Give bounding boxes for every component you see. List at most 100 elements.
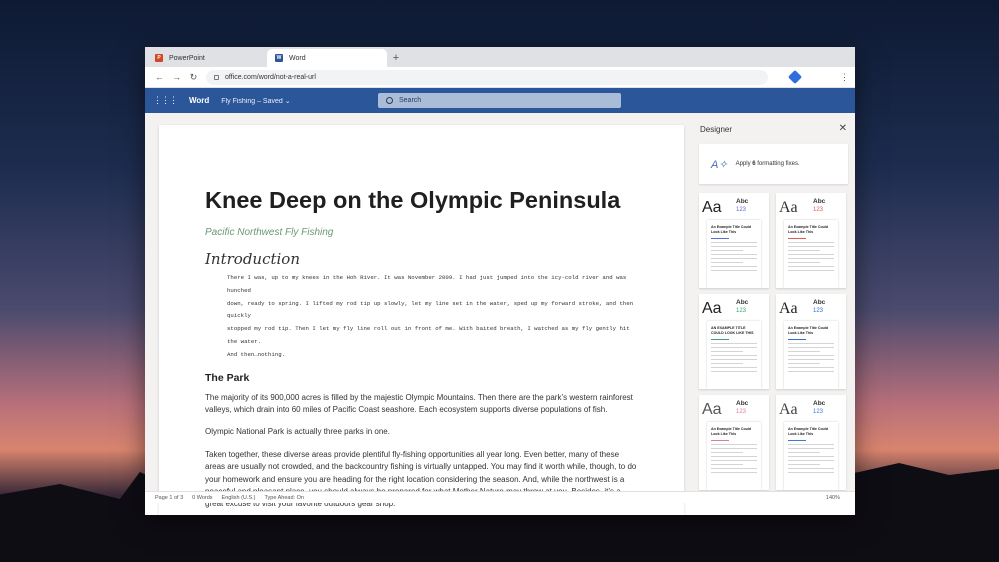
reload-icon[interactable]: ↻ bbox=[185, 72, 202, 83]
document-title: Knee Deep on the Olympic Peninsula bbox=[205, 187, 621, 213]
design-idea-card[interactable]: Aa Abc 123 An Example Title Could Look Like… bbox=[776, 294, 846, 389]
preview-text-line bbox=[711, 254, 757, 255]
word-count[interactable]: 0 Words bbox=[192, 495, 212, 501]
design-idea-card[interactable]: Aa Abc 123 An Example Title Could Look Like… bbox=[699, 193, 769, 288]
status-bar: Page 1 of 3 0 Words English (U.S.) Type … bbox=[145, 491, 855, 503]
preview-text-line bbox=[788, 254, 834, 255]
tab-label: PowerPoint bbox=[169, 54, 205, 62]
document-name[interactable]: Fly Fishing – Saved ⌄ bbox=[221, 97, 290, 105]
preview-text-line bbox=[711, 371, 757, 372]
url-text: office.com/word/not-a-real-url bbox=[225, 73, 316, 81]
intro-heading: Introduction bbox=[205, 250, 300, 268]
font-sample: Abc bbox=[736, 198, 749, 205]
forward-icon[interactable]: → bbox=[168, 72, 185, 82]
font-preview: Aa bbox=[702, 300, 722, 317]
design-preview-sheet: An Example Title Could Look Like This bbox=[784, 321, 838, 389]
search-placeholder: Search bbox=[399, 97, 422, 104]
back-icon[interactable]: ← bbox=[151, 72, 168, 82]
intro-paragraph: There I was, up to my knees in the Hoh R… bbox=[227, 272, 638, 362]
design-preview-sheet: An Example Title Could Look Like This bbox=[707, 220, 761, 288]
tab-powerpoint[interactable]: P PowerPoint bbox=[147, 49, 267, 67]
preview-text-line bbox=[788, 456, 834, 457]
language[interactable]: English (U.S.) bbox=[222, 495, 256, 501]
preview-text-line bbox=[711, 359, 757, 360]
search-icon bbox=[386, 97, 393, 104]
font-sample: Abc bbox=[813, 400, 826, 407]
design-preview-sheet: An Example Title Could Look Like This bbox=[784, 220, 838, 288]
app-name[interactable]: Word bbox=[189, 96, 209, 105]
preview-text-line bbox=[711, 468, 757, 469]
formatting-fixes-card[interactable]: A✧ Apply 6 formatting fixes. bbox=[699, 144, 848, 184]
app-launcher-icon[interactable]: ⋮⋮⋮ bbox=[153, 95, 178, 106]
design-idea-card[interactable]: Aa Abc 123 An Example Title Could Look Like… bbox=[699, 395, 769, 490]
preview-text-line bbox=[711, 250, 744, 251]
design-preview-sheet: AN EXAMPLE TITLE COULD LOOK LIKE THIS bbox=[707, 321, 761, 389]
preview-text-line bbox=[711, 242, 757, 243]
preview-text-line bbox=[711, 351, 744, 352]
tab-label: Word bbox=[289, 54, 306, 62]
body-paragraph: The majority of its 900,000 acres is fil… bbox=[205, 392, 633, 414]
preview-text-line bbox=[711, 440, 730, 441]
workspace: Knee Deep on the Olympic Peninsula Pacif… bbox=[145, 113, 855, 515]
designer-sparkle-icon: A✧ bbox=[711, 158, 728, 171]
preview-text-line bbox=[711, 343, 757, 344]
preview-text-line bbox=[788, 452, 821, 453]
browser-menu-icon[interactable]: ⋮ bbox=[840, 72, 849, 83]
number-sample: 123 bbox=[813, 409, 824, 415]
new-tab-button[interactable]: + bbox=[387, 49, 405, 67]
tab-strip: P PowerPoint W Word + bbox=[145, 47, 855, 67]
preview-title: An Example Title Could Look Like This bbox=[788, 225, 829, 234]
preview-text-line bbox=[711, 238, 730, 239]
intro-line: down, ready to spring. I lifted my rod t… bbox=[227, 299, 634, 320]
type-ahead[interactable]: Type Ahead: On bbox=[264, 495, 303, 501]
designer-pane: Designer ✕ A✧ Apply 6 formatting fixes. … bbox=[698, 113, 855, 503]
url-input[interactable]: office.com/word/not-a-real-url bbox=[206, 69, 768, 85]
lock-icon bbox=[214, 74, 219, 80]
number-sample: 123 bbox=[736, 207, 747, 213]
design-idea-card[interactable]: Aa Abc 123 An Example Title Could Look Like… bbox=[776, 395, 846, 490]
word-header: ⋮⋮⋮ Word Fly Fishing – Saved ⌄ Search bbox=[145, 88, 855, 113]
preview-text-line bbox=[788, 363, 821, 364]
preview-text-line bbox=[788, 355, 834, 356]
intro-line: And then…nothing. bbox=[227, 350, 286, 358]
number-sample: 123 bbox=[736, 308, 747, 314]
preview-text-line bbox=[711, 246, 757, 247]
design-idea-card[interactable]: Aa Abc 123 An Example Title Could Look Like… bbox=[776, 193, 846, 288]
intro-line: stopped my rod tip. Then I let my fly li… bbox=[227, 325, 630, 345]
font-preview: Aa bbox=[779, 300, 798, 317]
powerpoint-icon: P bbox=[155, 54, 163, 62]
preview-text-line bbox=[711, 444, 757, 445]
font-preview: Aa bbox=[779, 199, 798, 216]
preview-text-line bbox=[788, 266, 834, 267]
close-icon[interactable]: ✕ bbox=[839, 123, 847, 134]
extension-icon[interactable] bbox=[787, 69, 803, 85]
design-idea-card[interactable]: Aa Abc 123 AN EXAMPLE TITLE COULD LOOK LIKE… bbox=[699, 294, 769, 389]
preview-title: An Example Title Could Look Like This bbox=[711, 225, 752, 234]
address-bar: ← → ↻ office.com/word/not-a-real-url ⋮ bbox=[145, 67, 855, 88]
intro-line: There I was, up to my knees in the Hoh R… bbox=[227, 274, 627, 294]
preview-text-line bbox=[711, 266, 757, 267]
preview-text-line bbox=[788, 347, 834, 348]
preview-title: AN EXAMPLE TITLE COULD LOOK LIKE THIS bbox=[711, 326, 754, 335]
zoom-level[interactable]: 140% bbox=[826, 495, 840, 501]
tab-word[interactable]: W Word bbox=[267, 49, 387, 67]
browser-window: P PowerPoint W Word + ← → ↻ office.com/w… bbox=[145, 47, 855, 515]
body-paragraph: Olympic National Park is actually three … bbox=[205, 427, 390, 437]
word-icon: W bbox=[275, 54, 283, 62]
preview-title: An Example Title Could Look Like This bbox=[788, 326, 829, 335]
document-page[interactable]: Knee Deep on the Olympic Peninsula Pacif… bbox=[159, 125, 684, 515]
preview-text-line bbox=[788, 371, 834, 372]
preview-text-line bbox=[711, 460, 757, 461]
preview-text-line bbox=[788, 367, 834, 368]
number-sample: 123 bbox=[813, 207, 824, 213]
fix-text: Apply 6 formatting fixes. bbox=[735, 161, 800, 167]
search-box[interactable]: Search bbox=[378, 93, 621, 108]
preview-text-line bbox=[711, 262, 744, 263]
section-heading: The Park bbox=[205, 371, 250, 384]
preview-title: An Example Title Could Look Like This bbox=[711, 427, 752, 436]
preview-text-line bbox=[711, 363, 744, 364]
font-sample: Abc bbox=[736, 400, 749, 407]
preview-text-line bbox=[711, 472, 757, 473]
font-sample: Abc bbox=[813, 299, 826, 306]
preview-text-line bbox=[788, 250, 821, 251]
